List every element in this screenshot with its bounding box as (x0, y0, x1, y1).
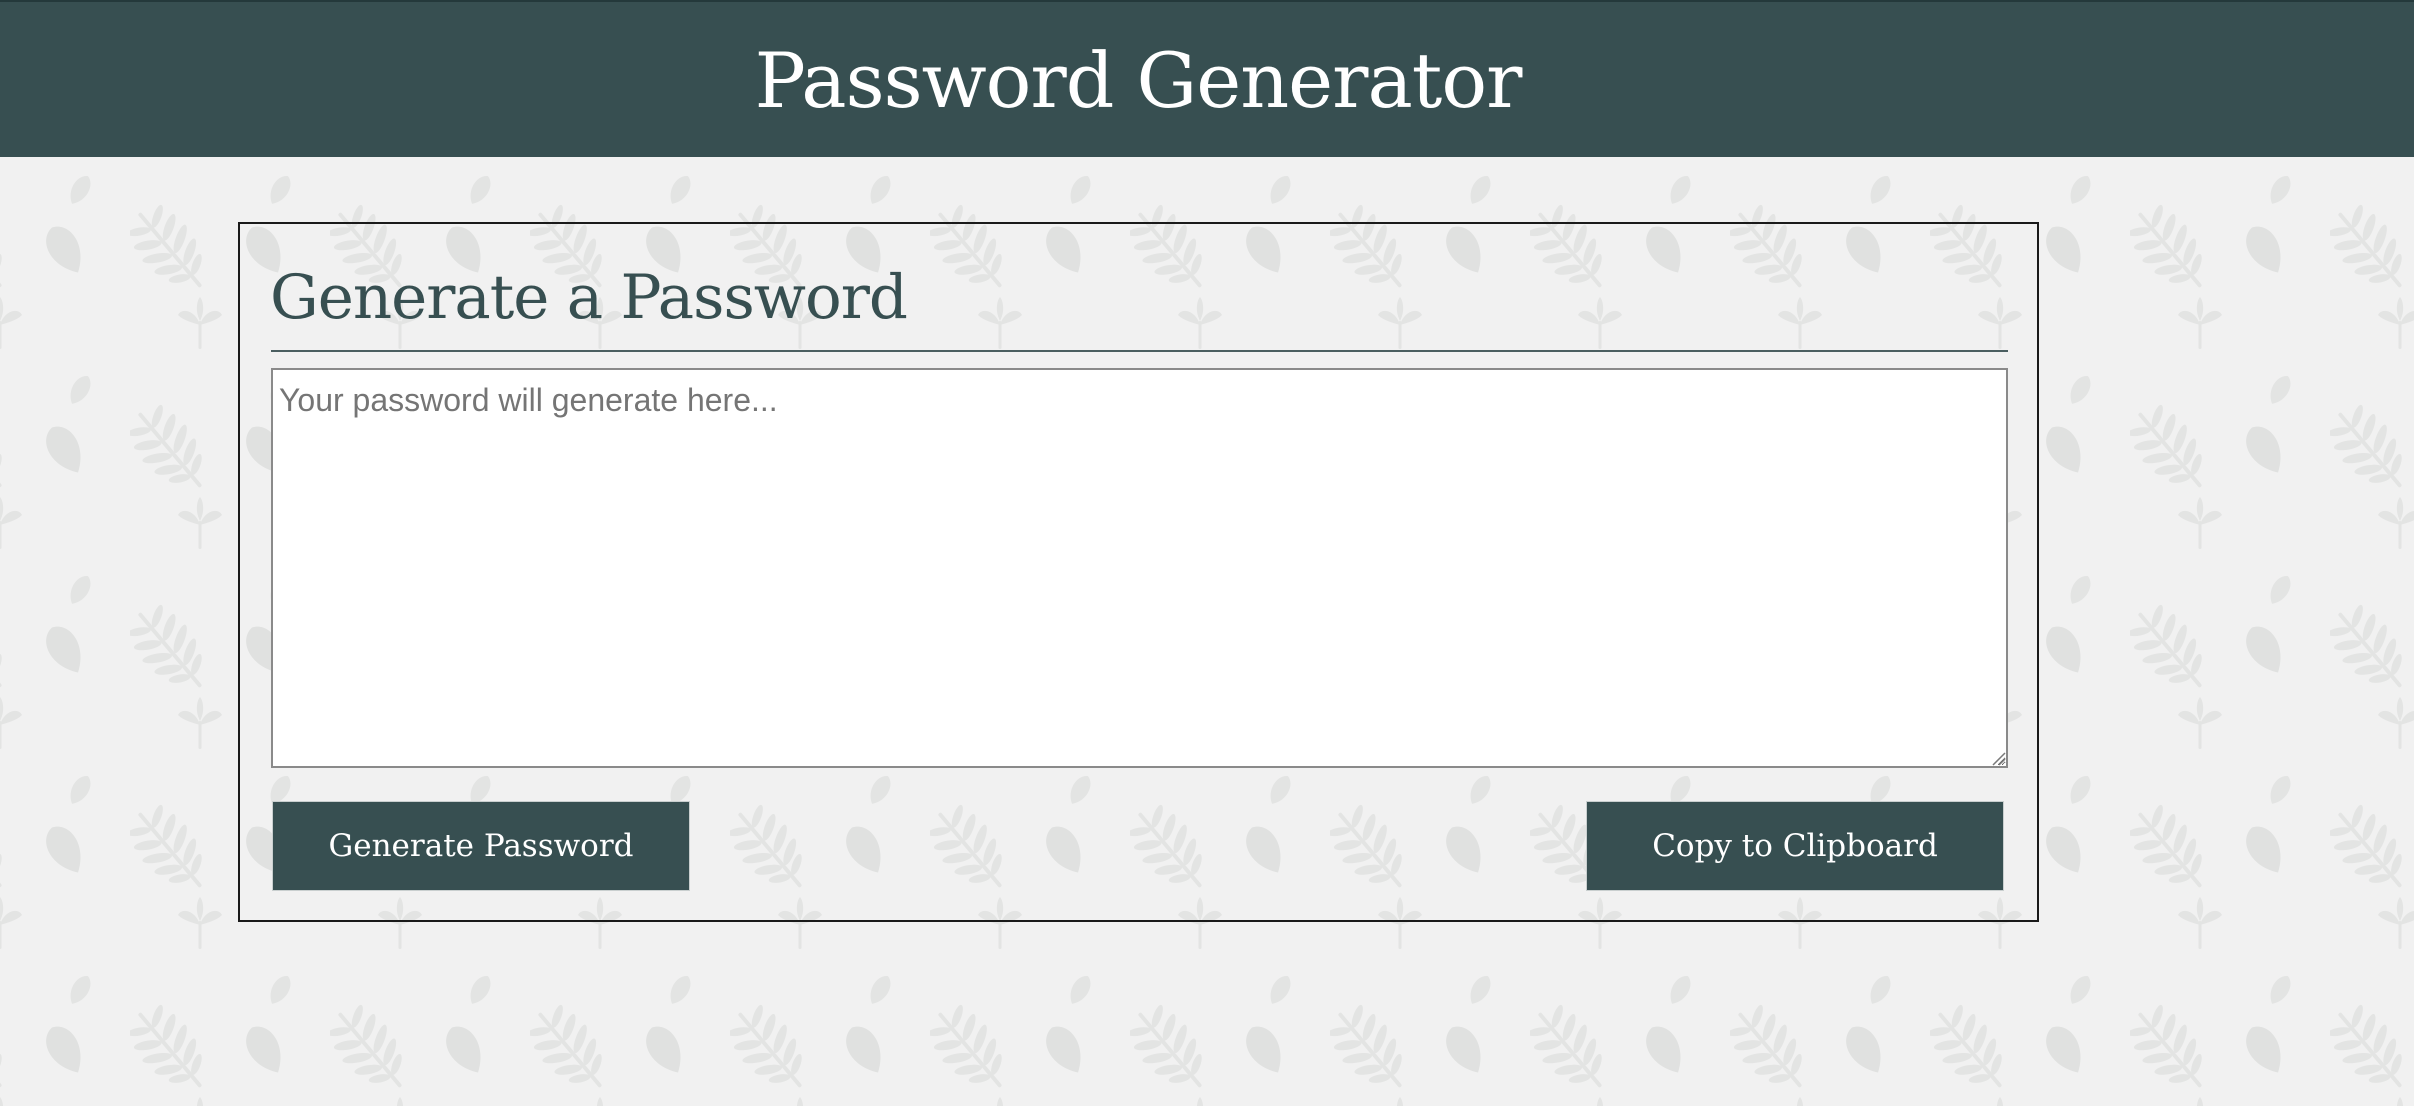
generate-password-button[interactable]: Generate Password (272, 801, 690, 891)
site-header: Password Generator (0, 0, 2414, 157)
password-card: Generate a Password Generate Password Co… (238, 222, 2039, 922)
card-title: Generate a Password (270, 262, 908, 333)
card-divider (271, 350, 2008, 352)
site-title: Password Generator (754, 36, 1523, 125)
copy-to-clipboard-button[interactable]: Copy to Clipboard (1586, 801, 2004, 891)
password-output-field[interactable] (271, 368, 2008, 768)
